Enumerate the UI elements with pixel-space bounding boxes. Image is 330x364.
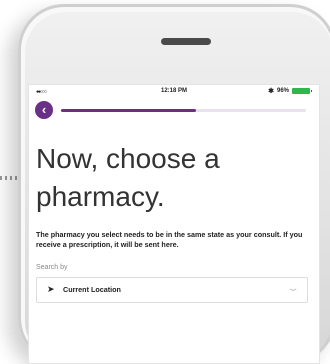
search-by-select[interactable]: ➤ Current Location ⌄ bbox=[36, 277, 308, 303]
pharmacy-description: The pharmacy you select needs to be in t… bbox=[36, 230, 303, 249]
chevron-down-icon: ⌄ bbox=[286, 283, 300, 294]
battery-icon bbox=[292, 88, 312, 94]
battery-status: ✱ 96% bbox=[268, 87, 312, 95]
chevron-left-icon: ‹ bbox=[41, 102, 47, 117]
bluetooth-icon: ✱ bbox=[268, 88, 274, 95]
progress-row: ‹ bbox=[28, 98, 320, 126]
search-by-label: Search by bbox=[36, 264, 68, 271]
phone-speaker bbox=[161, 38, 211, 45]
progress-bar bbox=[61, 109, 306, 112]
decorative-dots bbox=[0, 176, 18, 180]
search-by-value: Current Location bbox=[63, 285, 121, 294]
app-screen: ●●○○○ 12:18 PM ✱ 96% ‹ Now, choose a pha… bbox=[28, 84, 320, 364]
phone-frame: ●●○○○ 12:18 PM ✱ 96% ‹ Now, choose a pha… bbox=[18, 4, 330, 364]
back-button[interactable]: ‹ bbox=[35, 101, 53, 119]
page-title: Now, choose a pharmacy. bbox=[36, 143, 220, 212]
battery-percent: 96% bbox=[276, 88, 289, 94]
progress-fill bbox=[61, 109, 196, 112]
location-arrow-icon: ➤ bbox=[47, 284, 55, 294]
status-bar: ●●○○○ 12:18 PM ✱ 96% bbox=[28, 84, 320, 98]
